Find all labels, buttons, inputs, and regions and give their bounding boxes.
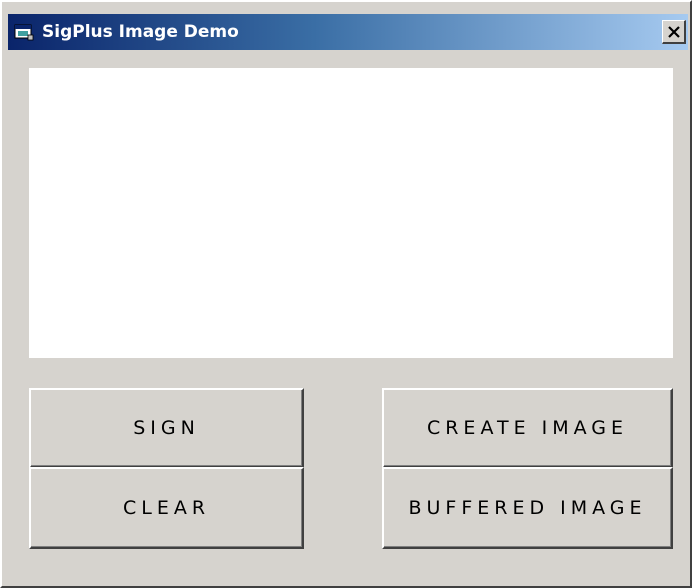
clear-button[interactable]: CLEAR [29, 467, 304, 549]
title-bar[interactable]: SigPlus Image Demo [8, 14, 688, 50]
create-image-button[interactable]: CREATE IMAGE [382, 388, 673, 468]
app-window: SigPlus Image Demo SIGN CLEAR CREATE IMA… [0, 0, 692, 588]
close-button[interactable] [662, 20, 686, 44]
sign-button[interactable]: SIGN [29, 388, 304, 468]
window-title: SigPlus Image Demo [42, 22, 239, 42]
buffered-image-button[interactable]: BUFFERED IMAGE [382, 467, 673, 549]
app-window-icon [14, 24, 34, 41]
signature-pad[interactable] [29, 68, 673, 358]
close-icon [667, 25, 680, 38]
